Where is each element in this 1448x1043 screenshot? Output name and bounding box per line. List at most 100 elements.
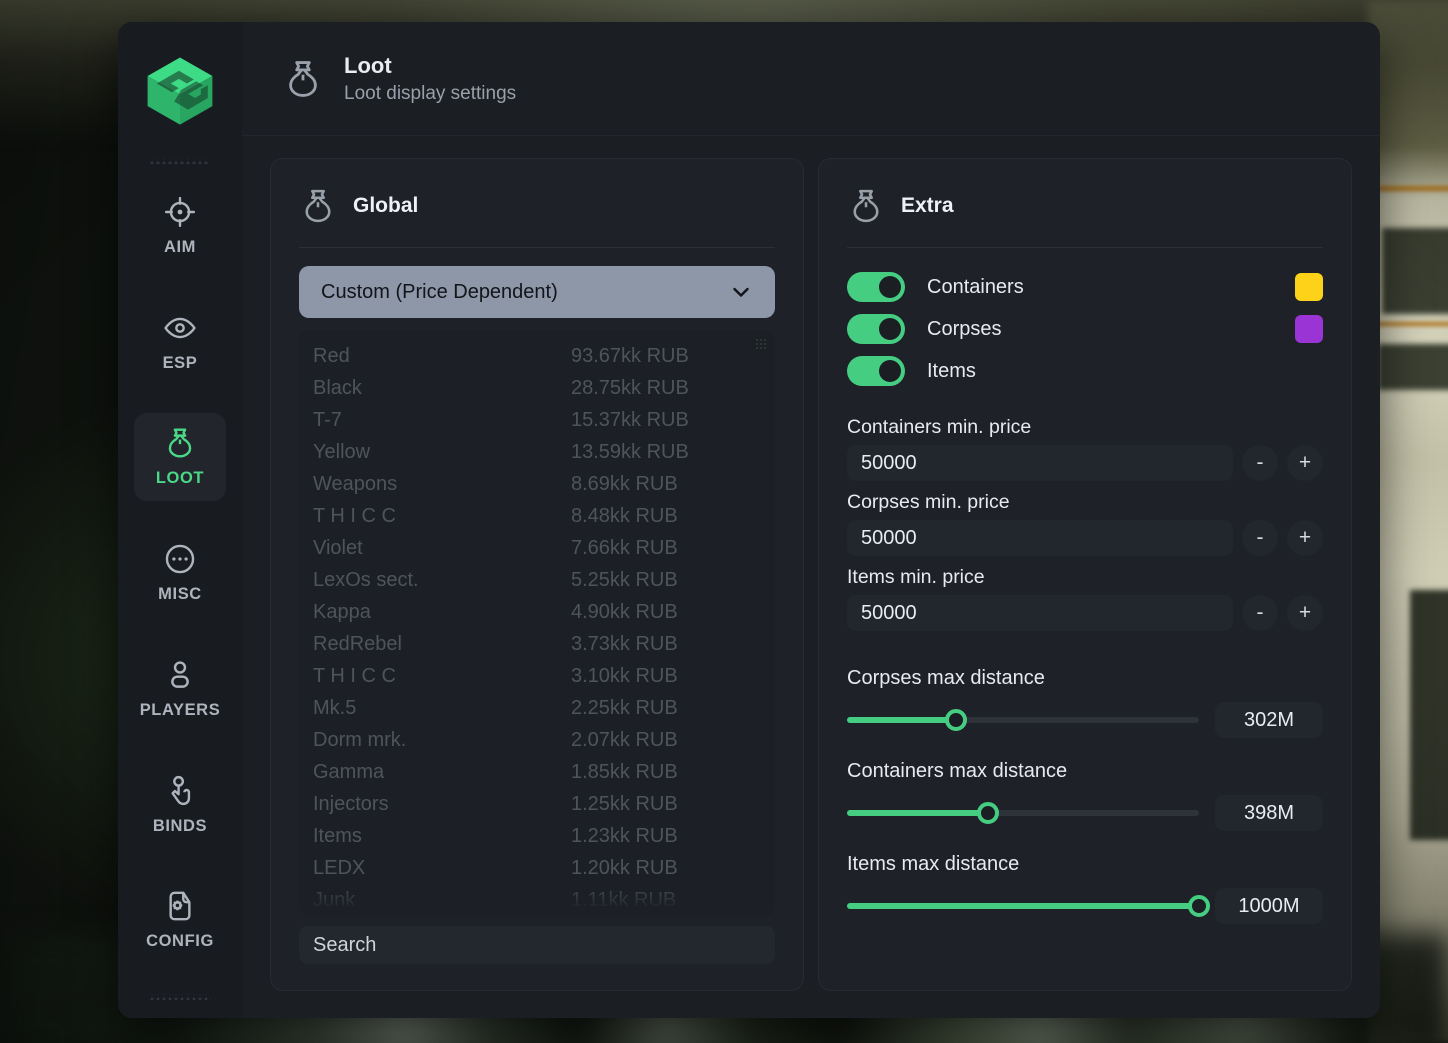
loot-list-row[interactable]: Dorm mrk. 2.07kk RUB: [313, 724, 761, 756]
decrement-button[interactable]: -: [1242, 520, 1278, 556]
increment-button[interactable]: +: [1287, 520, 1323, 556]
toggle-label: Items: [927, 359, 976, 382]
toggle-group: Containers Corpses Items: [847, 266, 1323, 392]
loot-list-row[interactable]: T H I C C 8.48kk RUB: [313, 500, 761, 532]
sidebar-divider-top: [149, 158, 211, 164]
loot-list-row[interactable]: Injectors 1.25kk RUB: [313, 788, 761, 820]
number-field-input[interactable]: 50000: [847, 445, 1233, 481]
loot-bag-icon: [305, 189, 331, 223]
loot-item-price: 3.10kk RUB: [571, 665, 678, 687]
increment-button[interactable]: +: [1287, 595, 1323, 631]
loot-list-row[interactable]: RedRebel 3.73kk RUB: [313, 628, 761, 660]
loot-list-row[interactable]: Kappa 4.90kk RUB: [313, 596, 761, 628]
extra-panel-header: Extra: [847, 185, 1323, 227]
slider-row: 398M: [847, 795, 1323, 831]
loot-list-row[interactable]: LEDX 1.20kk RUB: [313, 852, 761, 884]
sidebar-item-label: CONFIG: [146, 932, 214, 951]
loot-item-list[interactable]: Red 93.67kk RUB Black 28.75kk RUB T-7 15.37kk…: [299, 330, 775, 916]
loot-list-row[interactable]: Mk.5 2.25kk RUB: [313, 692, 761, 724]
slider-track[interactable]: [847, 895, 1210, 917]
slider-handle[interactable]: [976, 802, 999, 824]
loot-item-price: 8.48kk RUB: [571, 505, 678, 527]
color-swatch-corpses[interactable]: [1295, 315, 1323, 343]
resize-grip-icon[interactable]: [755, 338, 768, 351]
extra-panel-title: Extra: [901, 194, 954, 217]
sidebar-item-label: PLAYERS: [139, 700, 221, 719]
color-swatch-containers[interactable]: [1295, 273, 1323, 301]
panels-container: Global Custom (Price Dependent) Red 93.67…: [242, 136, 1380, 1018]
sidebar-item-misc[interactable]: MISC: [134, 529, 226, 617]
slider-fill: [847, 810, 988, 816]
loot-item-name: Kappa: [313, 601, 371, 623]
loot-item-price: 2.07kk RUB: [571, 729, 678, 751]
loot-item-price: 2.25kk RUB: [571, 697, 678, 719]
sidebar-item-config[interactable]: CONFIG: [134, 876, 226, 964]
sidebar-item-esp[interactable]: ESP: [134, 298, 226, 386]
loot-item-price: 1.23kk RUB: [571, 825, 678, 847]
increment-button[interactable]: +: [1287, 445, 1323, 481]
loot-list-row[interactable]: Weapons 8.69kk RUB: [313, 468, 761, 500]
loot-list-row[interactable]: T-7 15.37kk RUB: [313, 404, 761, 436]
loot-preset-value: Custom (Price Dependent): [321, 280, 558, 303]
loot-item-name: Mk.5: [313, 697, 357, 719]
slider-handle[interactable]: [945, 709, 968, 731]
page-title: Loot: [344, 52, 392, 78]
loot-item-name: Gamma: [313, 761, 385, 783]
number-field-input[interactable]: 50000: [847, 595, 1233, 631]
loot-item-name: T H I C C: [313, 505, 396, 527]
sidebar-item-binds[interactable]: BINDS: [134, 761, 226, 849]
loot-list-row[interactable]: Gamma 1.85kk RUB: [313, 756, 761, 788]
slider-block: Containers max distance 398M: [847, 760, 1323, 831]
content-area: Loot Loot display settings Global Custom: [242, 22, 1380, 1018]
global-panel: Global Custom (Price Dependent) Red 93.67…: [270, 158, 804, 991]
toggle-items[interactable]: [847, 356, 905, 386]
loot-item-price: 1.25kk RUB: [571, 793, 678, 815]
loot-item-name: Yellow: [313, 441, 371, 463]
toggle-containers[interactable]: [847, 272, 905, 302]
loot-item-name: T H I C C: [313, 665, 396, 687]
extra-panel: Extra Containers Corpses Items Containers …: [818, 158, 1352, 991]
sidebar-item-label: AIM: [163, 237, 197, 256]
loot-item-price: 7.66kk RUB: [571, 537, 678, 559]
loot-list-row[interactable]: Black 28.75kk RUB: [313, 372, 761, 404]
slider-handle[interactable]: [1188, 895, 1210, 917]
file-gear-icon: [169, 891, 191, 921]
sg-cube-logo-icon: [147, 57, 213, 125]
loot-bag-icon: [853, 189, 879, 223]
slider-track[interactable]: [847, 709, 1199, 731]
loot-list-row[interactable]: Junk 1.11kk RUB: [313, 884, 761, 916]
slider-group: Corpses max distance 302M Containers max d…: [847, 645, 1323, 924]
loot-list-row[interactable]: Items 1.23kk RUB: [313, 820, 761, 852]
loot-list-row[interactable]: Red 93.67kk RUB: [313, 340, 761, 372]
loot-item-name: Black: [313, 377, 362, 399]
loot-item-price: 1.85kk RUB: [571, 761, 678, 783]
loot-item-price: 93.67kk RUB: [571, 345, 689, 367]
loot-item-name: RedRebel: [313, 633, 402, 655]
loot-item-name: Items: [313, 825, 362, 847]
sidebar-item-label: MISC: [158, 585, 202, 604]
loot-preset-select[interactable]: Custom (Price Dependent): [299, 266, 775, 318]
sidebar-item-aim[interactable]: AIM: [134, 182, 226, 270]
slider-value: 302M: [1215, 702, 1323, 738]
slider-track[interactable]: [847, 802, 1199, 824]
number-field-input[interactable]: 50000: [847, 520, 1233, 556]
loot-list-row[interactable]: LexOs sect. 5.25kk RUB: [313, 564, 761, 596]
loot-item-price: 15.37kk RUB: [571, 409, 689, 431]
global-panel-title: Global: [353, 194, 419, 217]
slider-value: 398M: [1215, 795, 1323, 831]
decrement-button[interactable]: -: [1242, 445, 1278, 481]
slider-fill: [847, 903, 1199, 909]
loot-item-price: 4.90kk RUB: [571, 601, 678, 623]
number-field-group: Containers min. price 50000- + Corpses min.…: [847, 406, 1323, 631]
loot-list-row[interactable]: Yellow 13.59kk RUB: [313, 436, 761, 468]
sidebar-divider-bottom: [149, 994, 211, 1001]
number-field-label: Corpses min. price: [847, 491, 1010, 513]
loot-list-row[interactable]: Violet 7.66kk RUB: [313, 532, 761, 564]
sidebar-item-players[interactable]: PLAYERS: [134, 645, 226, 733]
sidebar-item-loot[interactable]: LOOT: [134, 413, 226, 502]
loot-list-row[interactable]: T H I C C 3.10kk RUB: [313, 660, 761, 692]
decrement-button[interactable]: -: [1242, 595, 1278, 631]
toggle-corpses[interactable]: [847, 314, 905, 344]
loot-item-price: 28.75kk RUB: [571, 377, 689, 399]
loot-search-input[interactable]: Search: [299, 926, 775, 964]
